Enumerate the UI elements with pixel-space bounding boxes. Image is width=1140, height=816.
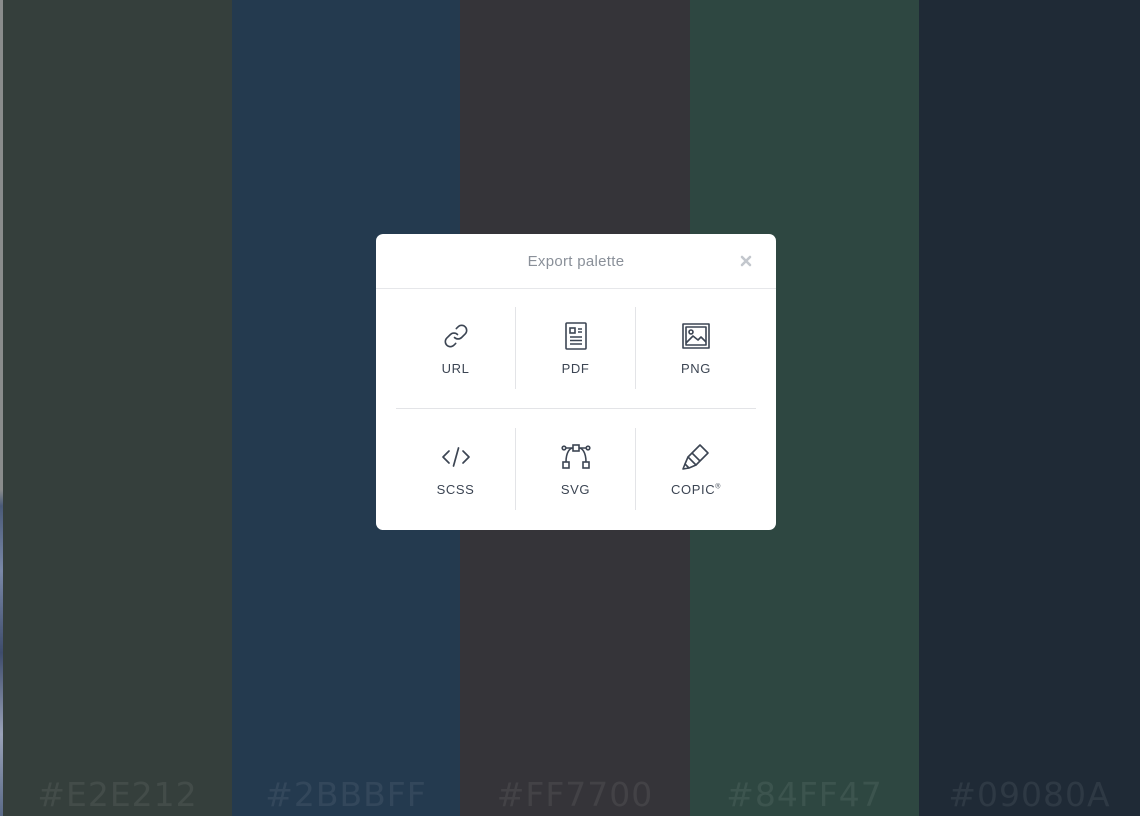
close-button[interactable] [736, 251, 756, 271]
image-icon [681, 321, 711, 351]
export-option-label: COPIC® [671, 481, 721, 497]
export-options-row: URL PDF PNG [396, 288, 756, 409]
dialog-title: Export palette [527, 253, 625, 270]
dialog-header: Export palette [376, 234, 776, 289]
code-icon [441, 442, 471, 472]
marker-icon [681, 442, 711, 472]
export-option-label: PDF [561, 360, 590, 376]
export-svg-option[interactable]: SVG [516, 428, 636, 510]
export-pdf-option[interactable]: PDF [516, 307, 636, 389]
modal-overlay: Export palette URL PDF PNG SCSS SVG COPI… [0, 0, 1140, 816]
export-scss-option[interactable]: SCSS [396, 428, 516, 510]
bezier-curve-icon [560, 442, 591, 472]
link-icon [441, 321, 471, 351]
export-options-row: SCSS SVG COPIC® [396, 409, 756, 529]
close-icon [740, 255, 752, 267]
export-option-label: PNG [681, 360, 711, 376]
export-options-grid: URL PDF PNG SCSS SVG COPIC® [396, 288, 756, 529]
export-option-label: SVG [560, 481, 591, 497]
export-png-option[interactable]: PNG [636, 307, 756, 389]
document-icon [561, 321, 591, 351]
export-option-label: URL [441, 360, 470, 376]
export-option-label: SCSS [436, 481, 475, 497]
export-copic-option[interactable]: COPIC® [636, 428, 756, 510]
registered-mark: ® [715, 483, 721, 491]
export-palette-dialog: Export palette URL PDF PNG SCSS SVG COPI… [376, 234, 776, 530]
export-url-option[interactable]: URL [396, 307, 516, 389]
